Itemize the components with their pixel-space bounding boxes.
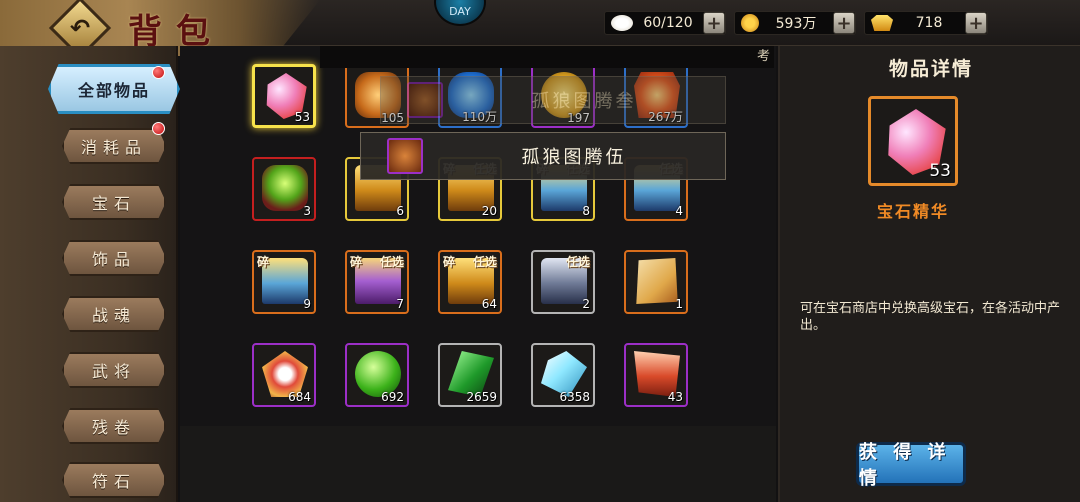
item-count: 43 [667, 390, 683, 404]
detail-item-count: 53 [929, 161, 951, 181]
item-count: 64 [481, 297, 497, 311]
grid-footer [180, 426, 776, 502]
detail-title: 物品详情 [888, 58, 973, 80]
inventory-slot[interactable]: 碎 任选 64 [438, 250, 502, 314]
emblem-label: DAY [449, 5, 471, 18]
get-details-button[interactable]: 获 得 详 情 [856, 442, 966, 489]
add-coin-button[interactable]: + [833, 12, 855, 34]
back-arrow-icon: ↶ [69, 13, 91, 42]
item-count: 6358 [559, 390, 590, 404]
item-count: 7 [396, 297, 404, 311]
rice-counter: 60/120 + [604, 11, 726, 35]
shard-tag: 碎 [443, 255, 456, 269]
coin-counter: 593万 + [734, 11, 856, 35]
inventory-slot[interactable]: 43 [624, 343, 688, 407]
tab-accessories[interactable]: 饰品 [62, 240, 166, 276]
inventory-slot[interactable]: 692 [345, 343, 409, 407]
item-count: 3 [303, 204, 311, 218]
inventory-slot[interactable]: 684 [252, 343, 316, 407]
ingot-value: 718 [915, 15, 943, 31]
gold-ingot-icon [871, 15, 893, 31]
green-pot-icon [262, 165, 308, 211]
inventory-slot[interactable]: 碎9 [252, 250, 316, 314]
rice-value: 60/120 [643, 15, 693, 31]
category-sidebar: 全部物品 消耗品 宝石 饰品 战魂 武将 残卷 符石 [0, 46, 180, 502]
inventory-slot[interactable]: 任选 2 [531, 250, 595, 314]
notification-dot [152, 66, 165, 79]
wolf-totem-icon [407, 82, 443, 118]
item-count: 4 [675, 204, 683, 218]
scroll-icon [636, 258, 678, 304]
item-count: 684 [288, 390, 311, 404]
inventory-slot[interactable]: 2659 [438, 343, 502, 407]
item-popup: 孤狼图腾伍 [360, 132, 726, 180]
item-count: 2659 [466, 390, 497, 404]
detail-item-slot: 53 [868, 96, 958, 186]
announcement-ticker: 考 [320, 46, 774, 68]
item-count: 53 [294, 110, 310, 124]
item-count: 9 [303, 297, 311, 311]
add-rice-button[interactable]: + [703, 12, 725, 34]
item-count: 6 [396, 204, 404, 218]
tab-consumables[interactable]: 消耗品 [62, 128, 166, 164]
tab-rune-stones[interactable]: 符石 [62, 462, 166, 498]
tab-gems[interactable]: 宝石 [62, 184, 166, 220]
optional-choice-tag: 任选 [565, 255, 590, 269]
notification-dot [152, 122, 165, 135]
item-count: 20 [481, 204, 497, 218]
popup-text: 孤狼图腾叁 [531, 91, 637, 112]
inventory-slot[interactable]: 碎 任选 7 [345, 250, 409, 314]
inventory-slot[interactable]: 3 [252, 157, 316, 221]
detail-description: 可在宝石商店中兑换高级宝石，在各活动中产出。 [800, 301, 1061, 333]
popup-text: 孤狼图腾伍 [521, 147, 627, 168]
ingot-counter: 718 + [864, 11, 988, 35]
optional-choice-tag: 任选 [472, 255, 497, 269]
tab-generals[interactable]: 武将 [62, 352, 166, 388]
item-popup-faded: 孤狼图腾叁 [380, 76, 726, 124]
item-count: 8 [582, 204, 590, 218]
inventory-slot[interactable]: 1 [624, 250, 688, 314]
item-count: 692 [381, 390, 404, 404]
detail-item-name: 宝石精华 [876, 202, 949, 221]
tab-scroll-fragments[interactable]: 残卷 [62, 408, 166, 444]
inventory-slot[interactable]: 53 [252, 64, 316, 128]
item-count: 1 [675, 297, 683, 311]
rice-icon [611, 15, 633, 31]
shard-tag: 碎 [350, 255, 363, 269]
gold-coin-icon [741, 14, 759, 32]
tab-war-souls[interactable]: 战魂 [62, 296, 166, 332]
shard-tag: 碎 [257, 255, 270, 269]
item-detail-panel: 物品详情 53 宝石精华 可在宝石商店中兑换高级宝石，在各活动中产出。 获 得 … [778, 46, 1080, 502]
coin-value: 593万 [775, 16, 817, 32]
inventory-slot[interactable]: 6358 [531, 343, 595, 407]
item-count: 2 [582, 297, 590, 311]
wolf-totem-icon [387, 138, 423, 174]
optional-choice-tag: 任选 [379, 255, 404, 269]
add-ingot-button[interactable]: + [965, 12, 987, 34]
